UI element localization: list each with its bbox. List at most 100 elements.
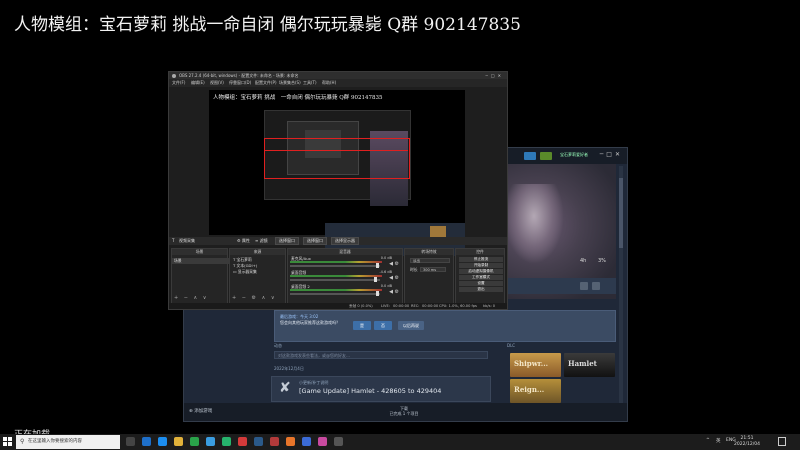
taskbar-search-input[interactable]: ⚲ 在这里输入你要搜索的内容 — [16, 435, 120, 449]
steam-announcement-button[interactable] — [524, 152, 536, 160]
dlc-hamlet[interactable]: Hamlet — [564, 353, 615, 377]
obs-window-controls[interactable]: ─□✕ — [485, 72, 504, 79]
mixer-dock: 混音器 麦克风/Aux 0.0 dB ◀ ⚙ 桌面音频 -4.6 dB ◀ ⚙ … — [287, 248, 403, 304]
qq-icon[interactable] — [158, 437, 167, 446]
obs-source-toolbar: T 视频采集 ⚙ 属性 ≡ 滤镜 选择窗口 选择窗口 选择显示器 — [169, 237, 507, 245]
track-volume-knob[interactable] — [376, 263, 379, 268]
menu-scene-collection[interactable]: 场景集合(S) — [279, 80, 301, 86]
app-icon[interactable] — [318, 437, 327, 446]
app-icon[interactable] — [302, 437, 311, 446]
track-meter — [290, 275, 382, 277]
obs-window[interactable]: OBS 27.2.4 (64-bit, windows) - 配置文件: 未命名… — [168, 71, 508, 310]
settings-button[interactable]: 设置 — [459, 281, 503, 286]
add-game-button[interactable]: ⊕ 添加游戏 — [189, 408, 212, 414]
hero-playtime: 4h — [580, 258, 587, 264]
display-select[interactable]: 选择显示器 — [331, 237, 359, 245]
dlc-shipwrecked[interactable]: Shipwr... — [510, 353, 561, 377]
activity-date: 2022年12月4日 — [274, 366, 304, 371]
ime-icon[interactable]: 英 — [716, 438, 721, 444]
obs-icon[interactable] — [334, 437, 343, 446]
steam-window-controls[interactable]: ─□✕ — [600, 151, 623, 158]
menu-edit[interactable]: 编辑(E) — [191, 80, 205, 86]
file-explorer-icon[interactable] — [174, 437, 183, 446]
steam-scrollbar-thumb[interactable] — [619, 178, 623, 248]
steam-icon[interactable] — [254, 437, 263, 446]
taskbar-clock[interactable]: 21:51 2022/12/04 — [733, 436, 761, 448]
filters-button[interactable]: ≡ 滤镜 — [255, 238, 268, 244]
source-label: 文本(GDI+) — [236, 263, 258, 268]
menu-docks[interactable]: 停靠窗口(D) — [229, 80, 251, 86]
game-update-card[interactable]: ✘ 小更新/补丁说明 [Game Update] Hamlet - 428605… — [271, 376, 491, 402]
tray-expand-icon[interactable]: ^ — [706, 438, 710, 443]
settings-icon[interactable] — [580, 282, 588, 290]
windows-start-icon[interactable] — [3, 437, 13, 447]
review-no-button[interactable]: 否 — [374, 321, 392, 330]
hero-artwork — [504, 184, 564, 264]
track-volume-knob[interactable] — [374, 277, 377, 282]
virtual-camera-button[interactable]: 启动虚拟摄像机 — [459, 269, 503, 274]
menu-profile[interactable]: 配置文件(P) — [255, 80, 277, 86]
start-recording-button[interactable]: 开始录制 — [459, 263, 503, 268]
activity-input[interactable]: 对这款游戏发表些看法，或@您的好友… — [274, 351, 488, 359]
duration-input[interactable]: 300 ms — [420, 267, 446, 272]
obs-logo-icon — [172, 74, 176, 78]
taskbar: ⚲ 在这里输入你要搜索的内容 ^ 英 ENG 21:51 2022/12/04 — [0, 434, 800, 450]
transition-type-select[interactable]: 淡出 — [410, 258, 450, 263]
edge-icon[interactable] — [142, 437, 151, 446]
menu-tools[interactable]: 工具(T) — [303, 80, 317, 86]
properties-button[interactable]: ⚙ 属性 — [237, 238, 250, 244]
wechat-icon[interactable] — [190, 437, 199, 446]
review-later-button[interactable]: 以后再说 — [398, 321, 424, 330]
obs-statusbar: 丢帧 0 (0.0%) LIVE: 00:00:00 REC: 00:00:00… — [169, 303, 507, 309]
speaker-icon[interactable]: ◀ ⚙ — [389, 289, 399, 295]
track-volume-knob[interactable] — [376, 291, 379, 296]
notification-icon[interactable] — [778, 437, 786, 446]
app-icon[interactable] — [286, 437, 295, 446]
stop-streaming-button[interactable]: 停止推流 — [459, 257, 503, 262]
obs-titlebar: OBS 27.2.4 (64-bit, windows) - 配置文件: 未命名… — [169, 72, 507, 79]
preview-text-source: 人物模组：宝石萝莉 挑战 一命自闭 偶尔玩玩暴毙 Q群 902147835 — [213, 95, 383, 101]
source-bounding-box[interactable] — [264, 138, 410, 179]
source-label: 显示器采集 — [237, 269, 257, 274]
track-db: 0.0 dB — [380, 284, 392, 288]
speaker-icon[interactable]: ◀ ⚙ — [389, 261, 399, 267]
obs-preview[interactable]: 人物模组：宝石萝莉 挑战 一命自闭 偶尔玩玩暴毙 Q群 902147835 — [209, 90, 465, 256]
review-yes-button[interactable]: 是 — [353, 321, 371, 330]
menu-help[interactable]: 帮助(H) — [322, 80, 336, 86]
mixer-header: 混音器 — [288, 249, 402, 255]
capture-select[interactable]: 选择窗口 — [303, 237, 327, 245]
stream-title: 人物模组：宝石萝莉 挑战一命自闭 偶尔玩玩暴毙 Q群 902147835 — [14, 15, 521, 35]
scene-item[interactable]: 场景 — [172, 258, 229, 264]
obs-menubar: 文件(F) 编辑(E) 视图(V) 停靠窗口(D) 配置文件(P) 场景集合(S… — [169, 79, 507, 87]
source-item[interactable]: ▭ 显示器采集 — [233, 269, 257, 275]
review-prompt: 最后游戏：今天 3:02 您会向其他玩家推荐这款游戏吗？ 是 否 以后再说 — [274, 310, 616, 342]
clock-date: 2022/12/04 — [734, 442, 760, 447]
review-question: 您会向其他玩家推荐这款游戏吗？ — [280, 320, 340, 325]
downloads-button[interactable]: 下载 已完成 1 个项目 — [374, 406, 434, 416]
app-icon[interactable] — [222, 437, 231, 446]
menu-file[interactable]: 文件(F) — [172, 80, 185, 86]
transitions-header: 转场特效 — [405, 249, 453, 255]
steam-notification-button[interactable] — [540, 152, 552, 160]
scenes-controls[interactable]: + − ∧ ∨ — [174, 295, 208, 301]
app-icon[interactable] — [206, 437, 215, 446]
info-icon[interactable] — [592, 282, 600, 290]
window-select[interactable]: 选择窗口 — [275, 237, 299, 245]
source-label: 宝石萝莉 — [236, 257, 252, 262]
studio-mode-button[interactable]: 工作室模式 — [459, 275, 503, 280]
update-subtitle: 小更新/补丁说明 — [299, 380, 329, 385]
task-view-icon[interactable] — [126, 437, 135, 446]
app-icon[interactable] — [270, 437, 279, 446]
steam-user-name[interactable]: 宝石萝莉爱好者 — [560, 152, 588, 158]
track-volume-slider[interactable] — [290, 293, 380, 295]
search-icon: ⚲ — [20, 438, 25, 445]
add-game-label: 添加游戏 — [194, 409, 213, 414]
track-volume-slider[interactable] — [290, 265, 380, 267]
sources-controls[interactable]: + − ⚙ ∧ ∨ — [232, 295, 277, 301]
track-volume-slider[interactable] — [290, 279, 380, 281]
dlc-reign-of-giants[interactable]: Reign... — [510, 379, 561, 403]
exit-button[interactable]: 退出 — [459, 287, 503, 292]
app-icon[interactable] — [238, 437, 247, 446]
speaker-icon[interactable]: ◀ ⚙ — [389, 275, 399, 281]
menu-view[interactable]: 视图(V) — [210, 80, 224, 86]
